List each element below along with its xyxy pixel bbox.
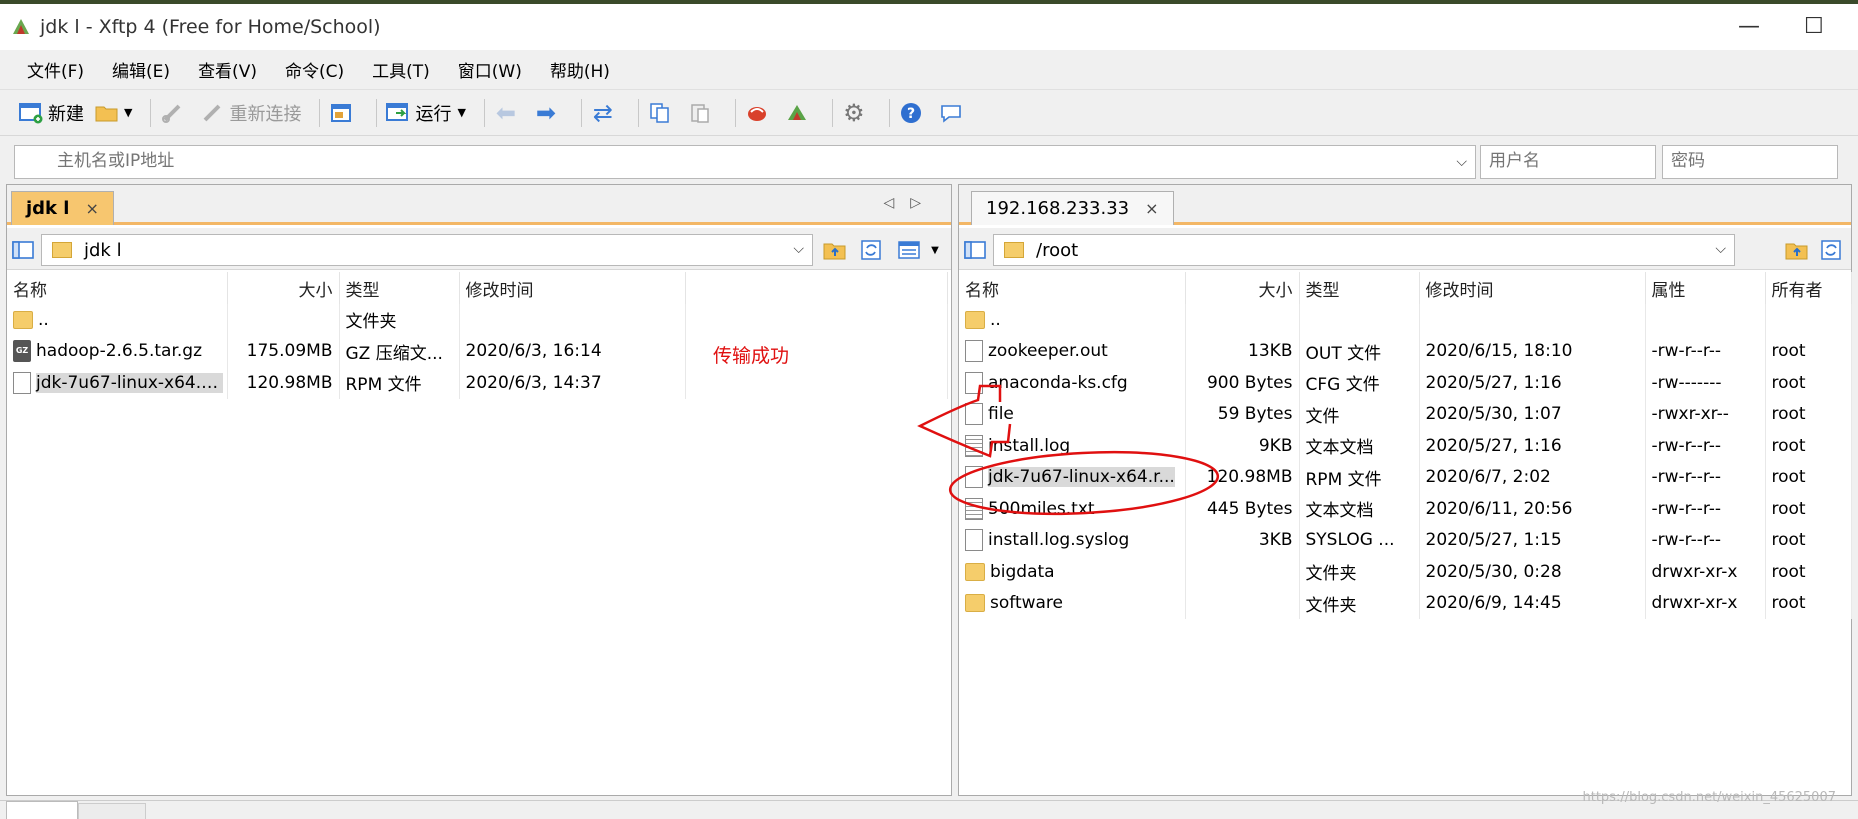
annotation-overlay bbox=[917, 384, 1220, 516]
watermark-text: https://blog.csdn.net/weixin_45625007 bbox=[1582, 790, 1836, 805]
annotation-arrow-left bbox=[917, 384, 1012, 458]
status-tab[interactable] bbox=[6, 801, 78, 819]
status-tab[interactable] bbox=[78, 803, 146, 819]
annotation-ellipse bbox=[948, 450, 1220, 516]
status-bar bbox=[0, 800, 1858, 819]
